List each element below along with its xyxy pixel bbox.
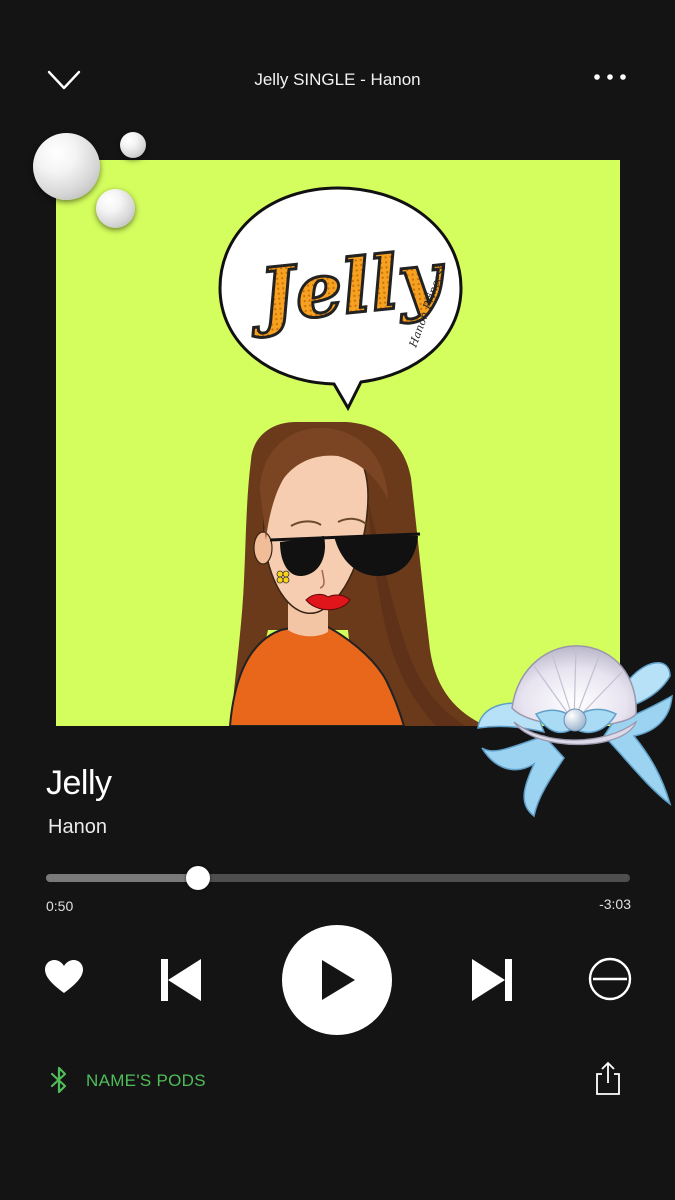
- pearl-decoration: [96, 189, 135, 228]
- connected-device[interactable]: NAME'S PODS: [86, 1071, 206, 1091]
- artist-name[interactable]: Hanon: [48, 816, 107, 839]
- progress-handle[interactable]: [186, 866, 210, 890]
- more-dots-icon[interactable]: [590, 68, 630, 86]
- skip-previous-icon[interactable]: [159, 958, 203, 1002]
- elapsed-time: 0:50: [46, 898, 74, 914]
- track-title: Jelly: [46, 764, 112, 802]
- play-button[interactable]: [282, 925, 392, 1035]
- pearl-decoration: [120, 132, 146, 158]
- bluetooth-icon: [50, 1066, 67, 1094]
- heart-icon[interactable]: [44, 958, 84, 998]
- shell-ribbon-sticker: [477, 645, 673, 818]
- pearl-decoration: [33, 133, 100, 200]
- share-icon[interactable]: [593, 1060, 623, 1096]
- progress-fill: [46, 874, 198, 882]
- play-icon: [322, 960, 355, 1000]
- block-icon[interactable]: [587, 956, 633, 1002]
- header-title: Jelly SINGLE - Hanon: [254, 70, 421, 89]
- skip-next-icon[interactable]: [470, 958, 514, 1002]
- remaining-time: -3:03: [599, 896, 631, 912]
